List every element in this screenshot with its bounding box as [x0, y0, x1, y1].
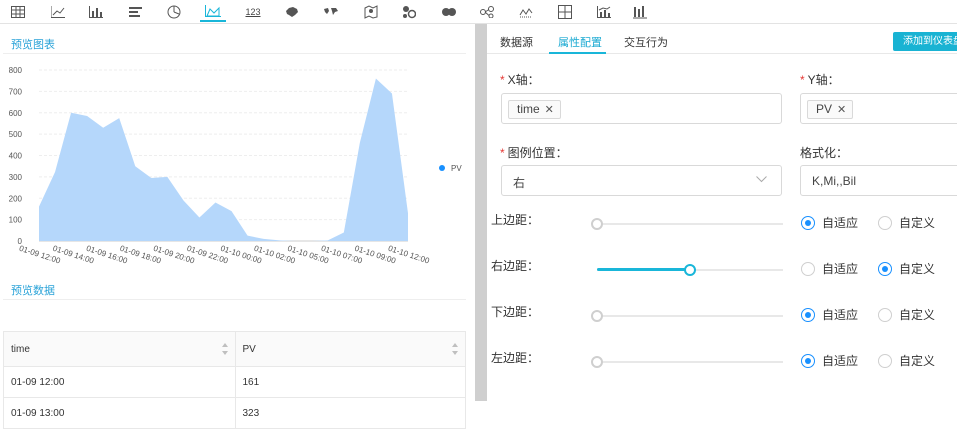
preview-chart-title: 预览图表 [11, 36, 55, 52]
radio-auto[interactable]: 自适应 [801, 214, 858, 231]
config-tabs: 数据源 属性配置 交互行为 添加到仪表盘 [487, 24, 957, 54]
column-icon[interactable] [627, 2, 653, 22]
legend-position-select[interactable]: 右 [501, 165, 782, 196]
format-input[interactable]: K,Mi,,Bil [800, 165, 957, 196]
number-icon[interactable]: 123 [240, 2, 266, 22]
area-series-pv [39, 79, 408, 241]
area-chart-icon[interactable] [200, 2, 226, 22]
radio-custom[interactable]: 自定义 [878, 352, 935, 369]
line-bar-icon[interactable] [591, 2, 617, 22]
margin-label: 下边距： [491, 303, 539, 320]
radio-custom[interactable]: 自定义 [878, 260, 935, 277]
format-label: 格式化： [800, 144, 848, 161]
legend-position-label: *图例位置： [500, 144, 568, 161]
y-tick-label: 100 [9, 216, 23, 225]
preview-data-table: time PV 01-09 12:00 161 01-09 13:00 323 [3, 331, 466, 429]
world-map-icon[interactable] [318, 2, 344, 22]
margin-label: 上边距： [491, 211, 539, 228]
pie-chart-icon[interactable] [161, 2, 187, 22]
y-tick-label: 600 [9, 109, 23, 118]
tab-properties[interactable]: 属性配置 [558, 34, 602, 50]
divider [3, 299, 466, 300]
margin-slider-track[interactable] [597, 361, 783, 363]
tree-icon[interactable] [474, 2, 500, 22]
table-header-row: time PV [4, 332, 465, 367]
x-axis-field[interactable]: time✕ [501, 93, 782, 124]
chevron-down-icon [756, 176, 767, 183]
horizontal-bar-icon[interactable] [123, 2, 149, 22]
sort-icon[interactable] [222, 343, 229, 355]
y-tick-label: 200 [9, 194, 23, 203]
legend-label: PV [451, 164, 462, 173]
y-tick-label: 700 [9, 87, 23, 96]
legend-dot [439, 165, 445, 171]
grid-icon[interactable] [552, 2, 578, 22]
table-cell: 323 [235, 398, 466, 428]
radio-auto[interactable]: 自适应 [801, 306, 858, 323]
radio-auto[interactable]: 自适应 [801, 260, 858, 277]
bar-chart-icon[interactable] [83, 2, 109, 22]
chart-type-toolbar: 123 [0, 0, 957, 24]
table-row: 01-09 13:00 323 [4, 398, 465, 429]
radio-auto[interactable]: 自适应 [801, 352, 858, 369]
x-axis-label: *X轴： [500, 71, 540, 88]
tab-interaction[interactable]: 交互行为 [624, 34, 668, 50]
network-icon[interactable] [396, 2, 422, 22]
margin-slider-handle[interactable] [684, 264, 696, 276]
table-icon[interactable] [5, 2, 31, 22]
margin-slider-fill [597, 268, 690, 271]
y-axis-field[interactable]: PV✕ [800, 93, 957, 124]
margin-slider-handle[interactable] [591, 356, 603, 368]
y-tick-label: 800 [9, 66, 23, 75]
remove-tag-icon[interactable]: ✕ [837, 104, 846, 116]
active-tab-indicator [549, 52, 606, 54]
sort-icon[interactable] [452, 343, 459, 355]
margin-label: 左边距： [491, 349, 539, 366]
tab-data-source[interactable]: 数据源 [500, 34, 533, 50]
table-cell: 01-09 13:00 [4, 398, 235, 428]
panel-splitter[interactable] [475, 24, 487, 401]
column-header-pv[interactable]: PV [235, 332, 466, 366]
margin-label: 右边距： [491, 257, 539, 274]
add-to-dashboard-button[interactable]: 添加到仪表盘 [893, 32, 957, 51]
divider [3, 53, 466, 54]
china-map-icon[interactable] [279, 2, 305, 22]
radio-custom[interactable]: 自定义 [878, 214, 935, 231]
area-chart: 010020030040050060070080001-09 12:0001-0… [0, 56, 475, 286]
bubble-icon[interactable] [436, 2, 462, 22]
config-panel: 数据源 属性配置 交互行为 添加到仪表盘 *X轴： time✕ *Y轴： PV✕… [487, 24, 957, 401]
margin-slider-track[interactable] [597, 223, 783, 225]
margin-slider-handle[interactable] [591, 310, 603, 322]
table-row: 01-09 12:00 161 [4, 367, 465, 398]
table-cell: 01-09 12:00 [4, 367, 235, 397]
x-axis-tag: time✕ [508, 100, 561, 119]
y-axis-tag: PV✕ [807, 100, 853, 119]
margin-slider-handle[interactable] [591, 218, 603, 230]
sparkline-icon[interactable] [513, 2, 539, 22]
line-chart-icon[interactable] [45, 2, 71, 22]
column-header-time[interactable]: time [4, 332, 235, 366]
radio-custom[interactable]: 自定义 [878, 306, 935, 323]
y-axis-label: *Y轴： [800, 71, 840, 88]
y-tick-label: 500 [9, 130, 23, 139]
table-cell: 161 [235, 367, 466, 397]
y-tick-label: 400 [9, 152, 23, 161]
remove-tag-icon[interactable]: ✕ [545, 104, 554, 116]
y-tick-label: 300 [9, 173, 23, 182]
map-pin-icon[interactable] [358, 2, 384, 22]
margin-slider-track[interactable] [597, 315, 783, 317]
